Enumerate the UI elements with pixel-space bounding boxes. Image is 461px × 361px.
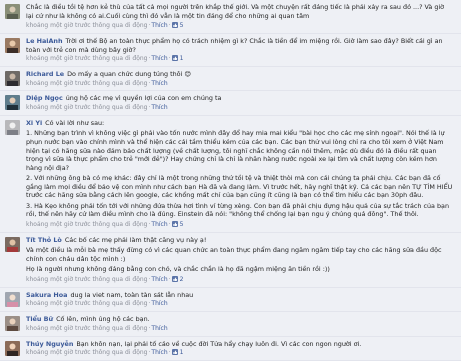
comment-text: Tít Thỏ Lò Các bố các mẹ phải làm thật că…: [26, 236, 453, 274]
comment-meta: khoảng một giờ trước thông qua di động·T…: [26, 79, 168, 87]
comment-text: Xi Yi Có vài lời như sau: 1. Những bạn tr…: [26, 119, 453, 219]
timestamp: khoảng một giờ trước thông qua di động: [26, 79, 148, 87]
like-link[interactable]: Thích: [151, 55, 167, 62]
commenter-name[interactable]: Le HaiAnh: [26, 37, 63, 45]
comment-paragraph: Và một điều là mỗi bà mẹ thấy đừng có vì…: [26, 246, 442, 263]
like-count[interactable]: 1: [180, 349, 184, 356]
avatar[interactable]: [5, 4, 20, 19]
comment-paragraph: 1. Những bạn trình vì không việc gì phải…: [26, 129, 445, 172]
comment-item: Xi Yi Có vài lời như sau: 1. Những bạn tr…: [0, 115, 461, 233]
commenter-name[interactable]: Xi Yi: [26, 119, 42, 127]
timestamp: khoảng một giờ trước thông qua di động: [26, 300, 148, 308]
comment-meta: khoảng một giờ trước thông qua di động·T…: [26, 55, 184, 63]
timestamp: khoảng một giờ trước thông qua di động: [26, 55, 148, 63]
like-link[interactable]: Thích: [151, 276, 167, 283]
thumbs-up-icon: [171, 275, 178, 282]
like-link[interactable]: Thích: [151, 221, 167, 228]
timestamp: khoảng một giờ trước thông qua di động: [26, 220, 148, 228]
commenter-name[interactable]: Tiểu Bữ: [26, 315, 53, 323]
like-link[interactable]: Thích: [151, 22, 167, 29]
avatar[interactable]: [5, 340, 20, 356]
like-link[interactable]: Thích: [151, 349, 167, 356]
comment-item: Chắc là điều tồi tệ hơn kẻ thù của tất c…: [0, 0, 461, 34]
comment-item: Richard Le Do mấy a quan chức dung túng t…: [0, 67, 461, 92]
like-link[interactable]: Thích: [151, 325, 167, 332]
comment-meta: khoảng một giờ trước thông qua di động·T…: [26, 300, 168, 308]
avatar[interactable]: [5, 38, 20, 53]
comment-meta: khoảng một giờ trước thông qua di động·T…: [26, 349, 184, 357]
comment-text: Thúy Nguyễn Bạn khôn nạn, lại phải tố cáo…: [26, 340, 453, 349]
comment-text: Richard Le Do mấy a quan chức dung túng t…: [26, 70, 453, 79]
comment-paragraph: Tít Thỏ Lò Các bố các mẹ phải làm thật că…: [26, 235, 207, 244]
like-link[interactable]: Thích: [151, 80, 167, 87]
thumbs-up-icon: [171, 349, 178, 356]
comment-paragraph: Trời ơi thế Bộ an toàn thực phẩm họ có t…: [26, 37, 443, 54]
commenter-name[interactable]: Thúy Nguyễn: [26, 340, 73, 348]
comment-meta: khoảng một giờ trước thông qua di động·T…: [26, 22, 184, 30]
timestamp: khoảng một giờ trước thông qua di động: [26, 22, 148, 30]
comment-feed: Chắc là điều tồi tệ hơn kẻ thù của tất c…: [0, 0, 461, 361]
avatar[interactable]: [5, 71, 20, 86]
comment-text: Tiểu Bữ Cố lên, mình ủng hộ các bạn.: [26, 315, 453, 324]
comment-paragraph: Do mấy a quan chức dung túng thôi 😊: [67, 70, 192, 78]
comment-item: Sakura Hoa dug la viet nam, toàn tàn sát …: [0, 287, 461, 313]
comment-meta: khoảng một giờ trước thông qua di động·T…: [26, 220, 184, 228]
commenter-name[interactable]: Tít Thỏ Lò: [26, 236, 62, 244]
comment-paragraph: Cố lên, mình ủng hộ các bạn.: [56, 315, 150, 324]
comment-paragraph: 2. Với những ông bà có mẹ khác: đây chỉ …: [26, 174, 453, 200]
comment-item: Le HaiAnh Trời ơi thế Bộ an toàn thực phẩ…: [0, 34, 461, 67]
comment-text: Le HaiAnh Trời ơi thế Bộ an toàn thực phẩ…: [26, 37, 453, 54]
avatar[interactable]: [5, 291, 20, 307]
comment-paragraph: Xi Yi Có vài lời như sau:: [26, 118, 105, 127]
like-count[interactable]: 5: [180, 22, 184, 29]
commenter-name[interactable]: Richard Le: [26, 70, 64, 78]
comment-item: Tiểu Bữ Cố lên, mình ủng hộ các bạn. khoả…: [0, 312, 461, 337]
timestamp: khoảng một giờ trước thông qua di động: [26, 104, 148, 111]
comment-text: Diệp Ngọc ủng hộ các mẹ vì quyền lợi của …: [26, 94, 453, 103]
avatar[interactable]: [5, 95, 20, 111]
comment-paragraph: ủng hộ các mẹ vì quyền lợi của con em ch…: [65, 94, 222, 103]
timestamp: khoảng một giờ trước thông qua di động: [26, 324, 148, 332]
commenter-name[interactable]: Sakura Hoa: [26, 291, 67, 299]
comment-item: Thúy Nguyễn Bạn khôn nạn, lại phải tố cáo…: [0, 336, 461, 361]
comment-paragraph: Chắc là điều tồi tệ hơn kẻ thù của tất c…: [26, 3, 445, 20]
comment-paragraph: 3. Hà Kẹo không phải tốn tới với những đ…: [26, 201, 450, 219]
comment-meta: khoảng một giờ trước thông qua di động·T…: [26, 324, 168, 332]
comment-meta: khoảng một giờ trước thông qua di động·T…: [26, 104, 168, 111]
comment-text: Sakura Hoa dug la viet nam, toàn tàn sát …: [26, 291, 453, 300]
like-link[interactable]: Thích: [151, 104, 167, 111]
comment-paragraph: dug la viet nam, toàn tàn sát lẫn nhau: [70, 290, 194, 299]
avatar[interactable]: [5, 119, 20, 135]
commenter-name[interactable]: Diệp Ngọc: [26, 94, 63, 102]
like-count[interactable]: 2: [180, 276, 184, 283]
like-count[interactable]: 5: [180, 221, 184, 228]
comment-paragraph: Bạn khôn nạn, lại phải tố cáo về cuộc đờ…: [76, 339, 362, 348]
thumbs-up-icon: [171, 220, 178, 227]
comment-paragraph: Họ là người nhưng không đáng bằng con ch…: [26, 265, 330, 274]
comment-text: Chắc là điều tồi tệ hơn kẻ thù của tất c…: [26, 3, 453, 20]
comment-item: Diệp Ngọc ủng hộ các mẹ vì quyền lợi của …: [0, 91, 461, 116]
like-link[interactable]: Thích: [151, 300, 167, 307]
timestamp: khoảng một giờ trước thông qua di động: [26, 349, 148, 357]
comment-meta: khoảng một giờ trước thông qua di động·T…: [26, 275, 184, 283]
timestamp: khoảng một giờ trước thông qua di động: [26, 275, 148, 283]
comment-item: Tít Thỏ Lò Các bố các mẹ phải làm thật că…: [0, 232, 461, 288]
thumbs-up-icon: [171, 55, 178, 62]
thumbs-up-icon: [171, 22, 178, 29]
like-count[interactable]: 1: [180, 55, 184, 62]
avatar[interactable]: [5, 236, 20, 252]
avatar[interactable]: [5, 316, 20, 332]
